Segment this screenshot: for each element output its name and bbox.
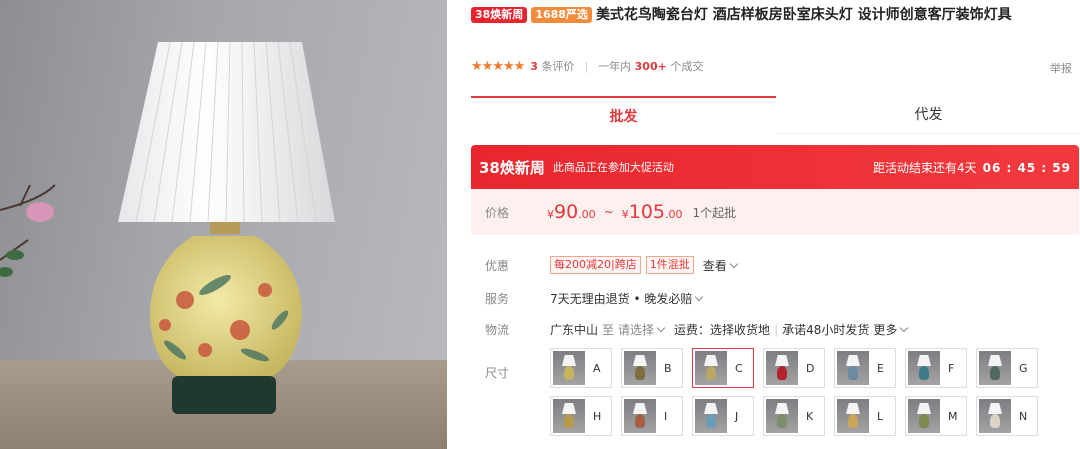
- countdown-time: 06 : 45 : 59: [982, 160, 1071, 175]
- size-option-label: C: [735, 361, 743, 375]
- size-option-j[interactable]: J: [692, 396, 754, 436]
- price-range-separator: ~: [603, 205, 614, 219]
- promo-title: 38焕新周: [479, 158, 545, 177]
- size-option-label: D: [806, 361, 815, 375]
- sales-count: 300+: [634, 60, 667, 73]
- size-option-label: M: [948, 409, 958, 423]
- logistics-row: 物流 广东中山 至 请选择 运费：选择收货地 | 承诺48小时发货 更多: [485, 321, 911, 338]
- product-title: 38焕新周 1688严选 美式花鸟陶瓷台灯 酒店样板房卧室床头灯 设计师创意客厅装饰…: [471, 4, 1071, 27]
- size-thumbnail: [695, 399, 727, 433]
- festival-badge: 38焕新周: [471, 7, 528, 23]
- price-label: 价格: [485, 205, 510, 220]
- rating-stars-icon: ★★★★★: [471, 58, 525, 74]
- size-option-label: G: [1019, 361, 1028, 375]
- lamp-illustration: [0, 41, 335, 414]
- sales-prefix: 一年内: [598, 60, 632, 73]
- size-option-label: E: [877, 361, 884, 375]
- size-thumbnail: [766, 399, 798, 433]
- product-main-image[interactable]: [0, 0, 447, 449]
- chevron-down-icon[interactable]: [900, 323, 909, 333]
- tab-dropship[interactable]: 代发: [776, 96, 1080, 134]
- size-thumbnail: [695, 351, 727, 385]
- size-option-b[interactable]: B: [621, 348, 683, 388]
- destination-select[interactable]: 请选择: [618, 321, 654, 338]
- price-high: ¥105.00: [621, 201, 683, 223]
- divider: |: [774, 322, 779, 337]
- purchase-tabs: 批发 代发: [471, 96, 1080, 134]
- product-info-panel: 38焕新周 1688严选 美式花鸟陶瓷台灯 酒店样板房卧室床头灯 设计师创意客厅装饰…: [447, 0, 1080, 449]
- chevron-down-icon[interactable]: [656, 323, 666, 333]
- ship-to-label: 至: [602, 323, 615, 337]
- size-option-a[interactable]: A: [550, 348, 612, 388]
- offers-label: 优惠: [485, 258, 510, 273]
- size-thumbnail: [553, 399, 585, 433]
- report-link[interactable]: 举报: [1050, 60, 1072, 76]
- size-option-h[interactable]: H: [550, 396, 612, 436]
- size-thumbnail: [908, 399, 940, 433]
- size-option-g[interactable]: G: [976, 348, 1038, 388]
- size-thumbnail: [837, 399, 869, 433]
- service-text: 7天无理由退货 • 晚发必赔: [550, 292, 693, 306]
- chevron-down-icon[interactable]: [695, 292, 704, 302]
- size-thumbnail: [766, 351, 798, 385]
- more-link[interactable]: 更多: [873, 321, 897, 338]
- size-option-m[interactable]: M: [905, 396, 967, 436]
- logistics-label: 物流: [485, 323, 510, 337]
- size-thumbnail: [908, 351, 940, 385]
- chevron-down-icon: [729, 259, 738, 268]
- size-thumbnail: [979, 351, 1011, 385]
- shipping-fee: 运费：选择收货地: [674, 323, 771, 337]
- divider: |: [584, 59, 589, 73]
- mixed-batch-chip[interactable]: 1件混批: [645, 256, 694, 274]
- review-count[interactable]: 3: [530, 60, 538, 73]
- size-option-label: F: [948, 361, 955, 375]
- size-option-label: J: [735, 409, 739, 423]
- size-option-label: A: [593, 361, 601, 375]
- countdown-label: 距活动结束还有4天: [872, 160, 977, 175]
- size-option-l[interactable]: L: [834, 396, 896, 436]
- size-option-label: H: [593, 409, 602, 423]
- service-row: 服务 7天无理由退货 • 晚发必赔: [485, 290, 706, 307]
- size-thumbnail: [624, 351, 656, 385]
- promo-subtitle: 此商品正在参加大促活动: [552, 161, 674, 174]
- size-option-label: I: [664, 409, 668, 423]
- size-label: 尺寸: [485, 366, 510, 380]
- sales-suffix: 个成交: [670, 60, 704, 73]
- promo-banner: 38焕新周 此商品正在参加大促活动 距活动结束还有4天 06 : 45 : 59: [471, 145, 1079, 189]
- size-option-d[interactable]: D: [763, 348, 825, 388]
- offers-row: 优惠 每200减20|跨店 1件混批 查看: [485, 256, 741, 274]
- tab-wholesale[interactable]: 批发: [471, 96, 776, 134]
- price-row: 价格 ¥90.00 ~ ¥105.00 1个起批: [471, 189, 1079, 235]
- service-label: 服务: [485, 292, 510, 306]
- size-option-label: L: [877, 409, 884, 423]
- size-option-i[interactable]: I: [621, 396, 683, 436]
- ship-origin: 广东中山: [550, 323, 599, 337]
- size-option-label: B: [664, 361, 672, 375]
- size-thumbnail: [837, 351, 869, 385]
- yanxuan-badge: 1688严选: [531, 7, 592, 23]
- min-order: 1个起批: [692, 205, 737, 220]
- promo-countdown: 距活动结束还有4天 06 : 45 : 59: [873, 159, 1071, 176]
- product-title-text: 美式花鸟陶瓷台灯 酒店样板房卧室床头灯 设计师创意客厅装饰灯具: [595, 7, 1012, 23]
- size-thumbnail: [553, 351, 585, 385]
- review-label[interactable]: 条评价: [541, 60, 574, 73]
- offers-view-link[interactable]: 查看: [703, 257, 741, 274]
- size-thumbnail: [624, 399, 656, 433]
- price-low: ¥90.00: [547, 201, 596, 223]
- size-option-f[interactable]: F: [905, 348, 967, 388]
- size-option-label: K: [806, 409, 814, 423]
- size-option-label: N: [1019, 409, 1028, 423]
- size-option-e[interactable]: E: [834, 348, 896, 388]
- size-option-n[interactable]: N: [976, 396, 1038, 436]
- size-option-k[interactable]: K: [763, 396, 825, 436]
- size-option-c[interactable]: C: [692, 348, 754, 388]
- size-thumbnail: [979, 399, 1011, 433]
- ship-promise: 承诺48小时发货: [782, 323, 870, 337]
- coupon-chip[interactable]: 每200减20|跨店: [550, 256, 641, 274]
- rating-row: ★★★★★ 3 条评价 | 一年内 300+ 个成交: [471, 58, 703, 74]
